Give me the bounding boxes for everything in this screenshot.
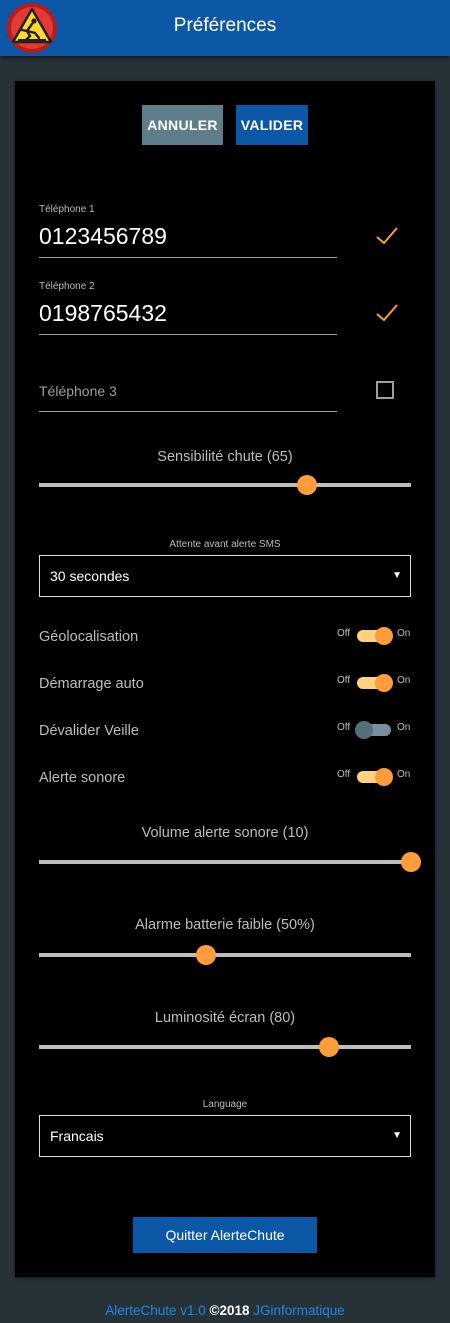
phone-1-label: Téléphone 1	[39, 204, 95, 215]
phone-1-value: 0123456789	[39, 223, 167, 249]
phone-1-field[interactable]: Téléphone 1 0123456789	[39, 199, 337, 258]
battery-alarm-label: Alarme batterie faible (50%)	[135, 917, 315, 933]
toggle-label-geolocation: Géolocalisation	[39, 629, 139, 645]
toggle-on-label: On	[397, 722, 411, 733]
preferences-card: ANNULER VALIDER Téléphone 1 0123456789 T…	[15, 81, 435, 1277]
toggle-thumb-sound-alert[interactable]	[375, 768, 393, 786]
app-header: Préférences	[0, 0, 450, 56]
footer: AlerteChute v1.0 ©2018 JGinformatique	[0, 1303, 450, 1318]
copyright: ©2018	[209, 1303, 250, 1318]
toggle-label-sound-alert: Alerte sonore	[39, 770, 126, 786]
language-select[interactable]: Francais ▼	[39, 1115, 411, 1157]
phone-1-check-icon[interactable]	[374, 223, 400, 249]
toggle-thumb-disable-sleep[interactable]	[355, 721, 373, 739]
dropdown-arrow-icon: ▼	[392, 570, 402, 581]
toggle-thumb-geolocation[interactable]	[375, 627, 393, 645]
language-caption: Language	[202, 1099, 248, 1110]
brightness-slider-thumb[interactable]	[319, 1037, 340, 1057]
brightness-slider[interactable]	[39, 1045, 411, 1049]
sms-delay-caption: Attente avant alerte SMS	[169, 539, 281, 550]
sensitivity-slider[interactable]	[39, 483, 411, 487]
sensitivity-label: Sensibilité chute (65)	[157, 449, 293, 465]
phone-3-checkbox[interactable]	[376, 381, 394, 399]
toggle-off-label: Off	[337, 675, 351, 686]
volume-slider-thumb[interactable]	[401, 852, 421, 872]
toggle-on-label: On	[397, 769, 411, 780]
company-link[interactable]: JGinformatique	[253, 1303, 345, 1318]
phone-2-label: Téléphone 2	[39, 281, 95, 292]
toggle-off-label: Off	[337, 769, 351, 780]
language-selected: Francais	[50, 1128, 104, 1144]
volume-slider[interactable]	[39, 860, 411, 864]
validate-button[interactable]: VALIDER	[236, 105, 308, 145]
toggle-label-disable-sleep: Dévalider Veille	[39, 723, 139, 739]
toggle-on-label: On	[397, 675, 411, 686]
sms-delay-selected: 30 secondes	[50, 568, 130, 584]
phone-3-field[interactable]: Téléphone 3	[39, 353, 337, 412]
brightness-label: Luminosité écran (80)	[154, 1010, 296, 1026]
quit-button[interactable]: Quitter AlerteChute	[133, 1217, 317, 1253]
battery-alarm-slider-thumb[interactable]	[196, 945, 217, 965]
phone-3-placeholder: Téléphone 3	[39, 383, 117, 399]
page-title: Préférences	[173, 15, 277, 36]
toggle-off-label: Off	[337, 722, 351, 733]
sms-delay-select[interactable]: 30 secondes ▼	[39, 555, 411, 597]
phone-2-value: 0198765432	[39, 300, 167, 326]
toggle-off-label: Off	[337, 628, 351, 639]
dropdown-arrow-icon: ▼	[392, 1130, 402, 1141]
toggle-thumb-auto-start[interactable]	[375, 674, 393, 692]
battery-alarm-slider[interactable]	[39, 953, 411, 957]
toggle-on-label: On	[397, 628, 411, 639]
volume-label: Volume alerte sonore (10)	[141, 825, 309, 841]
toggle-label-auto-start: Démarrage auto	[39, 676, 144, 692]
app-version-link[interactable]: AlerteChute v1.0	[105, 1303, 206, 1318]
cancel-button[interactable]: ANNULER	[142, 105, 223, 145]
phone-2-field[interactable]: Téléphone 2 0198765432	[39, 276, 337, 335]
sensitivity-slider-thumb[interactable]	[296, 475, 317, 495]
phone-2-check-icon[interactable]	[374, 300, 400, 326]
